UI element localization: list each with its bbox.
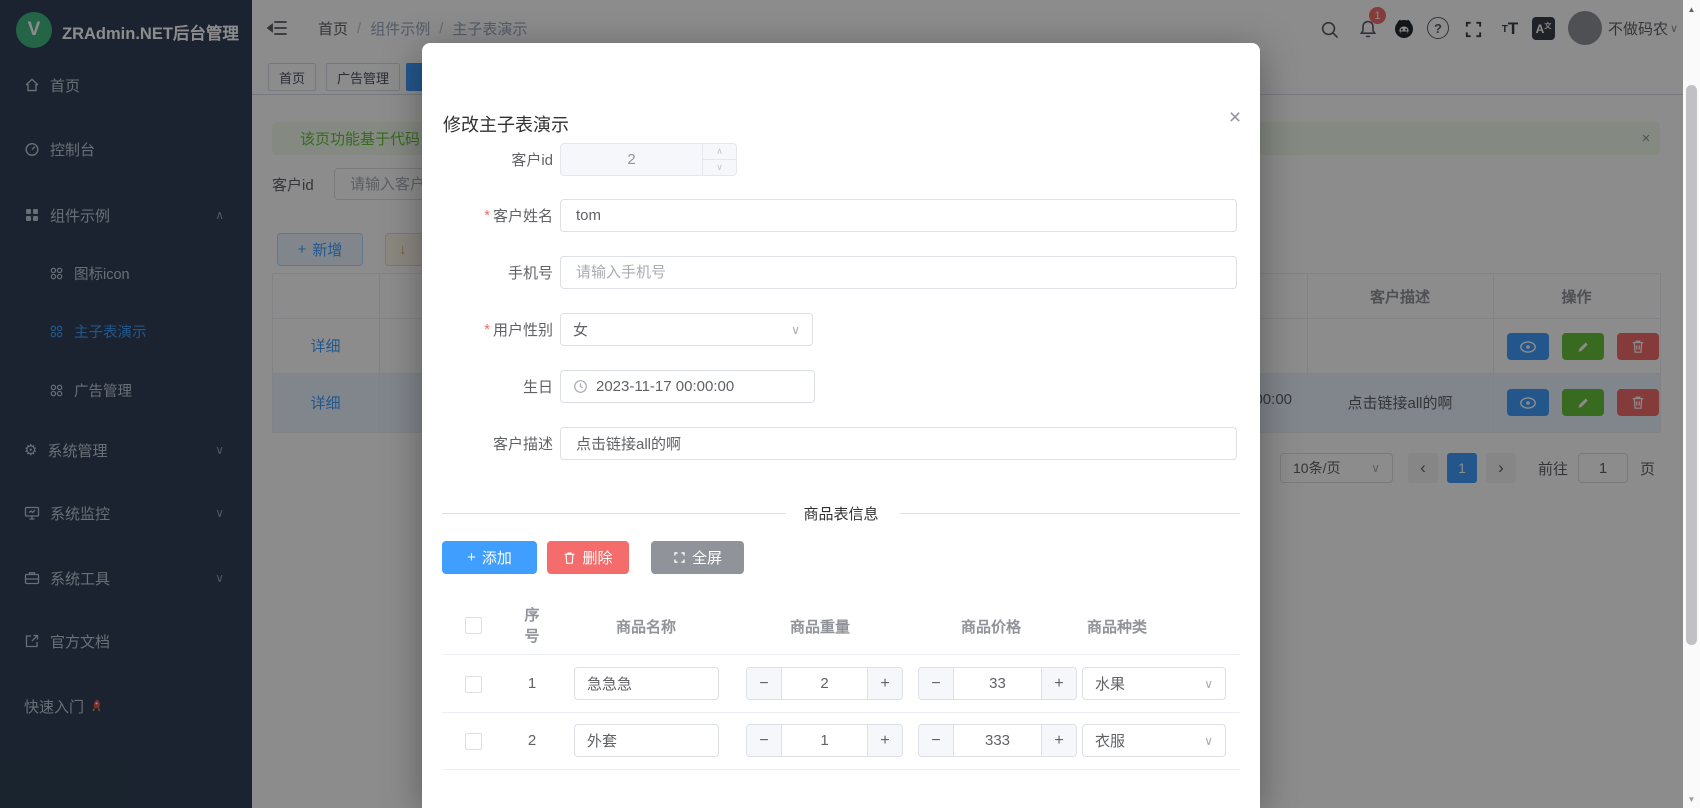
select-all-checkbox[interactable] [465,617,482,634]
section-title: 商品表信息 [786,503,896,523]
row-index: 2 [515,724,549,757]
edit-dialog: 修改主子表演示 × 客户id 2 ∧ ∨ *客户姓名 手机号 *用户性别 女 ∨… [422,43,1260,808]
category-value: 衣服 [1095,730,1125,751]
product-price-stepper: − 333 + [918,724,1077,757]
dialog-title: 修改主子表演示 [443,111,569,137]
app-root: 首页 / 组件示例 / 主子表演示 1 ? TT A文 不做码农 ∨ [0,0,1700,808]
label-text: 手机号 [508,262,553,283]
child-add-button[interactable]: + 添加 [442,541,537,574]
weight-value[interactable]: 2 [781,668,868,699]
section-divider [900,513,1240,514]
minus-button[interactable]: − [919,668,953,699]
minus-button[interactable]: − [747,725,781,756]
description-input[interactable] [560,427,1237,460]
child-delete-label: 删除 [582,547,612,568]
child-fullscreen-button[interactable]: 全屏 [651,541,744,574]
field-label-phone: 手机号 [422,256,553,289]
required-mark: * [484,321,490,338]
plus-button[interactable]: + [1042,668,1076,699]
chevron-down-icon: ∨ [791,323,800,337]
chevron-down-icon: ∨ [1204,677,1213,691]
plus-button[interactable]: + [868,725,902,756]
spinner-up-icon[interactable]: ∧ [703,144,736,160]
gender-select[interactable]: 女 ∨ [560,313,813,346]
label-text: 用户性别 [493,319,553,340]
product-category-select[interactable]: 衣服 ∨ [1082,724,1226,757]
field-label-birthday: 生日 [422,370,553,403]
gender-value: 女 [573,319,588,340]
child-col-weight: 商品重量 [740,614,900,638]
price-value[interactable]: 333 [953,725,1042,756]
product-name-input[interactable] [574,724,719,757]
customer-id-number-input: 2 ∧ ∨ [560,143,737,176]
number-spinner: ∧ ∨ [702,144,736,175]
field-label-description: 客户描述 [422,427,553,460]
child-table-border [442,654,1240,655]
trash-icon [563,551,576,565]
child-col-name: 商品名称 [566,614,726,638]
product-weight-stepper: − 1 + [746,724,903,757]
scrollbar-down-arrow[interactable]: ▼ [1683,792,1700,806]
required-mark: * [484,207,490,224]
category-value: 水果 [1095,673,1125,694]
row-index: 1 [515,667,549,700]
child-col-category: 商品种类 [1037,614,1197,638]
scrollbar-up-arrow[interactable]: ▲ [1683,2,1700,16]
plus-button[interactable]: + [1042,725,1076,756]
spinner-down-icon[interactable]: ∨ [703,160,736,175]
child-add-label: 添加 [482,547,512,568]
row-checkbox[interactable] [465,733,482,750]
minus-button[interactable]: − [747,668,781,699]
child-col-index: 序号 [519,604,545,648]
field-label-customer-name: *客户姓名 [422,199,553,232]
clock-icon [573,379,588,394]
product-category-select[interactable]: 水果 ∨ [1082,667,1226,700]
row-checkbox[interactable] [465,676,482,693]
dialog-close-icon[interactable]: × [1222,105,1248,131]
section-divider [442,513,792,514]
child-table-border [442,769,1240,770]
customer-name-input[interactable] [560,199,1237,232]
product-weight-stepper: − 2 + [746,667,903,700]
child-table-border [442,712,1240,713]
page-scrollbar: ▲ ▼ [1683,0,1700,808]
customer-id-value: 2 [561,144,702,175]
plus-button[interactable]: + [868,668,902,699]
chevron-down-icon: ∨ [1204,734,1213,748]
price-value[interactable]: 33 [953,668,1042,699]
weight-value[interactable]: 1 [781,725,868,756]
child-fullscreen-label: 全屏 [692,547,722,568]
label-text: 客户描述 [493,433,553,454]
field-label-gender: *用户性别 [422,313,553,346]
plus-icon: + [467,549,476,566]
birthday-value: 2023-11-17 00:00:00 [596,378,734,395]
minus-button[interactable]: − [919,725,953,756]
product-name-input[interactable] [574,667,719,700]
label-text: 生日 [523,376,553,397]
child-delete-button[interactable]: 删除 [547,541,629,574]
label-text: 客户id [511,149,553,170]
product-price-stepper: − 33 + [918,667,1077,700]
birthday-datetime-picker[interactable]: 2023-11-17 00:00:00 [560,370,815,403]
phone-input[interactable] [560,256,1237,289]
fullscreen-icon [673,551,686,564]
scrollbar-thumb[interactable] [1686,85,1697,645]
field-label-customer-id: 客户id [422,143,553,176]
label-text: 客户姓名 [493,205,553,226]
